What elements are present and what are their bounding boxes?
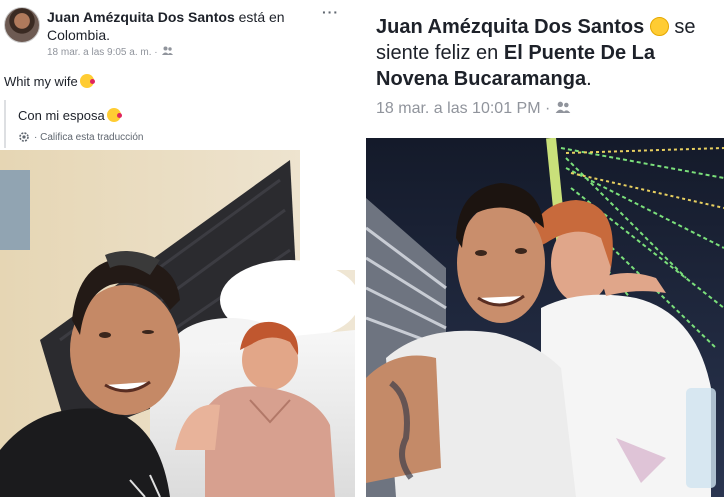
post-text: Whit my wife xyxy=(4,74,95,89)
avatar[interactable] xyxy=(4,7,40,43)
post-timestamp[interactable]: 18 mar. a las 10:01 PM · xyxy=(376,100,550,117)
face-blowing-kiss-icon xyxy=(106,108,122,122)
left-post: Juan Amézquita Dos Santos está en Colomb… xyxy=(0,0,360,497)
right-post: Juan Amézquita Dos Santos se siente feli… xyxy=(366,0,724,497)
translation-box: Con mi esposa · Califica esta traducción xyxy=(4,100,356,148)
rate-translation-label: · Califica esta traducción xyxy=(34,131,144,143)
author-name[interactable]: Juan Amézquita Dos Santos xyxy=(47,9,235,25)
friends-icon xyxy=(162,46,174,57)
more-dots-icon[interactable]: ··· xyxy=(322,4,339,20)
author-name[interactable]: Juan Amézquita Dos Santos xyxy=(376,16,644,38)
translation-text: Con mi esposa xyxy=(18,108,122,123)
post-text-content: Whit my wife xyxy=(4,74,78,89)
rate-translation-link[interactable]: · Califica esta traducción xyxy=(18,131,144,143)
post-timestamp-row: 18 mar. a las 9:05 a. m. · xyxy=(47,46,174,58)
translation-text-content: Con mi esposa xyxy=(18,108,105,123)
post-photo-bridge-selfie[interactable] xyxy=(366,138,724,497)
post-author-line: Juan Amézquita Dos Santos se siente feli… xyxy=(376,14,722,92)
face-blowing-kiss-icon xyxy=(79,74,95,88)
friends-icon xyxy=(555,100,571,117)
post-timestamp[interactable]: 18 mar. a las 9:05 a. m. · xyxy=(47,47,158,58)
post-timestamp-row: 18 mar. a las 10:01 PM · xyxy=(376,100,571,118)
post-author-line: Juan Amézquita Dos Santos está en Colomb… xyxy=(47,8,317,44)
post-photo-bedroom[interactable] xyxy=(0,150,355,497)
left-post-header: Juan Amézquita Dos Santos está en Colomb… xyxy=(0,0,360,66)
gear-icon xyxy=(19,132,29,142)
smiley-icon xyxy=(649,17,669,36)
period: . xyxy=(586,68,592,90)
